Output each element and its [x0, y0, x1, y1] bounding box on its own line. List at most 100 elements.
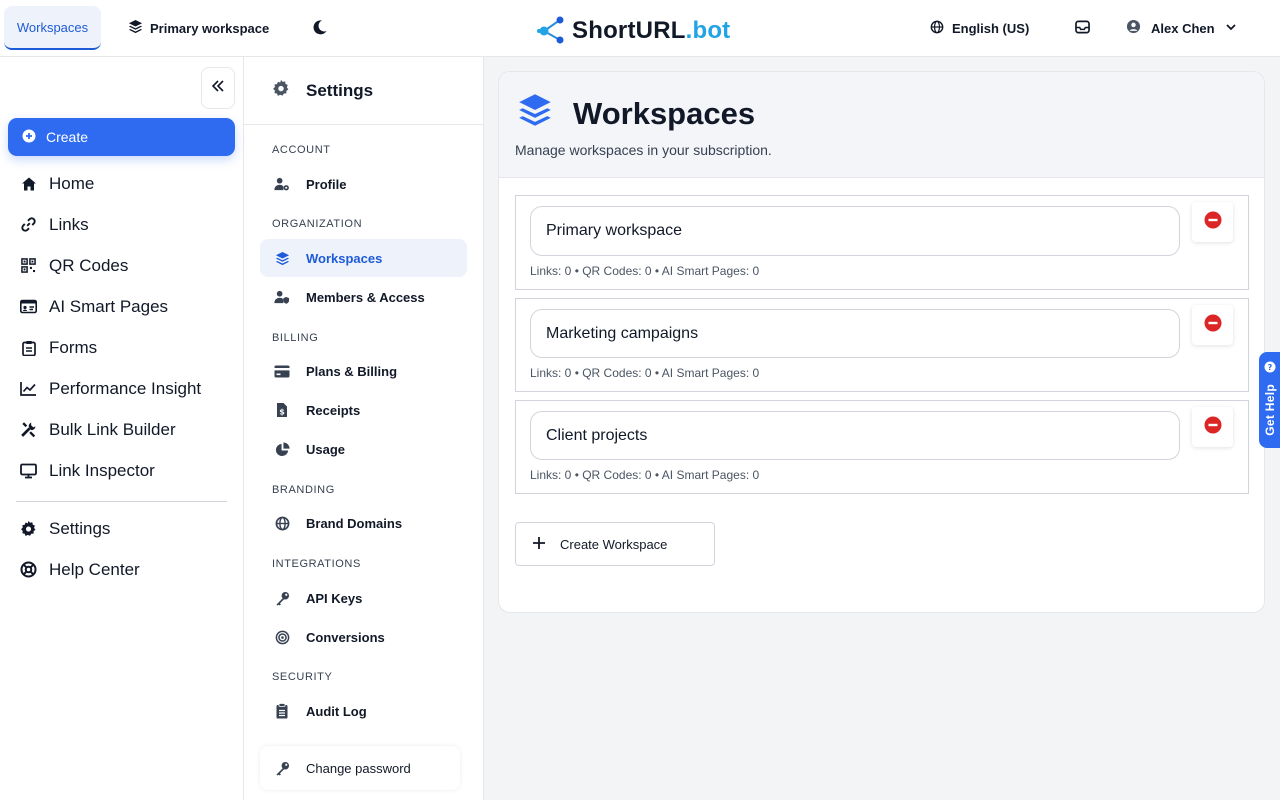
nav-item-home[interactable]: Home [20, 163, 230, 204]
key-icon [274, 590, 290, 606]
nav-item-qr-codes[interactable]: QR Codes [20, 245, 230, 286]
settings-item-label: Usage [306, 441, 346, 457]
clipboard-list-icon [274, 703, 290, 719]
logo[interactable]: ShortURL.bot [536, 14, 730, 48]
nav-item-bulk-link-builder[interactable]: Bulk Link Builder [20, 409, 230, 450]
top-bar: Workspaces Primary workspace ShortURL.bo… [0, 0, 1280, 57]
nav-item-forms[interactable]: Forms [20, 327, 230, 368]
globe-icon [274, 515, 290, 531]
workspace-switcher[interactable]: Primary workspace [128, 16, 269, 40]
bullseye-icon [274, 629, 290, 645]
workspace-row: Primary workspace Links: 0 • QR Codes: 0… [515, 195, 1249, 290]
settings-item-label: Members & Access [306, 289, 425, 305]
nav-item-label: Home [49, 173, 95, 193]
nav-item-label: Link Inspector [49, 460, 155, 480]
settings-item-members-access[interactable]: Members & Access [260, 278, 467, 316]
id-card-icon [20, 298, 37, 315]
nav-item-performance-insight[interactable]: Performance Insight [20, 368, 230, 409]
workspace-stats: Links: 0 • QR Codes: 0 • AI Smart Pages:… [530, 366, 760, 380]
inbox-icon[interactable] [1072, 17, 1092, 37]
layers-icon [274, 250, 290, 266]
user-circle-icon [1126, 19, 1141, 37]
settings-item-label: Receipts [306, 402, 361, 418]
monitor-icon [20, 462, 37, 479]
settings-item-usage[interactable]: Usage [260, 430, 467, 468]
settings-item-change-password[interactable]: Change password [260, 746, 460, 790]
section-label-account: ACCOUNT [272, 144, 331, 156]
collapse-sidebar-button[interactable] [201, 67, 235, 109]
minus-circle-icon [1204, 416, 1222, 439]
tools-icon [20, 421, 37, 438]
gear-icon [272, 79, 290, 102]
key-icon [274, 760, 290, 776]
chevron-down-icon [1225, 21, 1237, 36]
nav-item-help-center[interactable]: Help Center [20, 549, 230, 590]
workspaces-card: Workspaces Manage workspaces in your sub… [498, 71, 1265, 613]
delete-workspace-button[interactable] [1192, 407, 1233, 447]
workspace-name-input[interactable]: Client projects [530, 411, 1180, 460]
main-nav: Home Links QR Codes AI Smart Pages Forms… [20, 163, 230, 491]
settings-item-brand-domains[interactable]: Brand Domains [260, 504, 467, 542]
moon-icon[interactable] [309, 16, 331, 38]
credit-card-icon [274, 363, 290, 379]
workspace-stats: Links: 0 • QR Codes: 0 • AI Smart Pages:… [530, 468, 760, 482]
settings-item-conversions[interactable]: Conversions [260, 618, 467, 656]
tab-workspaces[interactable]: Workspaces [4, 6, 101, 50]
link-icon [20, 216, 37, 233]
settings-item-profile[interactable]: Profile [260, 165, 467, 203]
settings-item-label: Audit Log [306, 703, 367, 719]
minus-circle-icon [1204, 314, 1222, 337]
create-button-label: Create [46, 129, 89, 145]
settings-item-label: API Keys [306, 590, 363, 606]
section-label-billing: BILLING [272, 332, 319, 344]
nav-divider [16, 501, 227, 502]
settings-item-audit-log[interactable]: Audit Log [260, 692, 467, 730]
chart-pie-icon [274, 441, 290, 457]
nav-item-link-inspector[interactable]: Link Inspector [20, 450, 230, 491]
page-title-text: Workspaces [573, 96, 756, 131]
nav-item-links[interactable]: Links [20, 204, 230, 245]
create-button[interactable]: Create [8, 118, 235, 156]
section-label-security: SECURITY [272, 671, 333, 683]
secondary-nav: Settings Help Center [20, 508, 230, 590]
settings-item-label: Profile [306, 176, 347, 192]
workspace-name-input[interactable]: Primary workspace [530, 206, 1180, 256]
card-header: Workspaces Manage workspaces in your sub… [499, 72, 1264, 178]
nav-item-label: Settings [49, 518, 111, 538]
settings-item-label: Change password [306, 760, 411, 776]
settings-title: Settings [306, 80, 374, 100]
nav-item-ai-smart-pages[interactable]: AI Smart Pages [20, 286, 230, 327]
settings-item-api-keys[interactable]: API Keys [260, 579, 467, 617]
workspace-name-input[interactable]: Marketing campaigns [530, 309, 1180, 358]
delete-workspace-button[interactable] [1192, 202, 1233, 242]
section-label-organization: ORGANIZATION [272, 218, 363, 230]
nav-item-label: Help Center [49, 559, 140, 579]
settings-item-workspaces[interactable]: Workspaces [260, 239, 467, 277]
workspace-stats: Links: 0 • QR Codes: 0 • AI Smart Pages:… [530, 264, 760, 278]
settings-header: Settings [244, 57, 483, 125]
nav-item-settings[interactable]: Settings [20, 508, 230, 549]
create-workspace-button[interactable]: Create Workspace [515, 522, 715, 566]
get-help-tab[interactable]: ? Get Help [1259, 352, 1280, 448]
minus-circle-icon [1204, 211, 1222, 234]
workspace-row: Client projects Links: 0 • QR Codes: 0 •… [515, 400, 1249, 494]
settings-item-label: Workspaces [306, 250, 383, 266]
nav-item-label: Performance Insight [49, 378, 202, 398]
user-gear-icon [274, 176, 290, 192]
settings-item-label: Brand Domains [306, 515, 403, 531]
svg-text:?: ? [1267, 363, 1272, 372]
settings-item-receipts[interactable]: $ Receipts [260, 391, 467, 429]
left-sidebar: Create Home Links QR Codes AI Smart Page… [0, 57, 244, 800]
nav-item-label: Bulk Link Builder [49, 419, 176, 439]
layers-icon [517, 92, 553, 136]
page-title: Workspaces [517, 92, 755, 136]
home-icon [20, 175, 37, 192]
get-help-label: Get Help [1262, 384, 1277, 436]
user-menu[interactable]: Alex Chen [1126, 16, 1237, 40]
delete-workspace-button[interactable] [1192, 305, 1233, 345]
nav-item-label: AI Smart Pages [49, 296, 169, 316]
nav-item-label: Forms [49, 337, 98, 357]
language-selector[interactable]: English (US) [930, 16, 1029, 40]
settings-item-label: Conversions [306, 629, 385, 645]
settings-item-plans-billing[interactable]: Plans & Billing [260, 352, 467, 390]
